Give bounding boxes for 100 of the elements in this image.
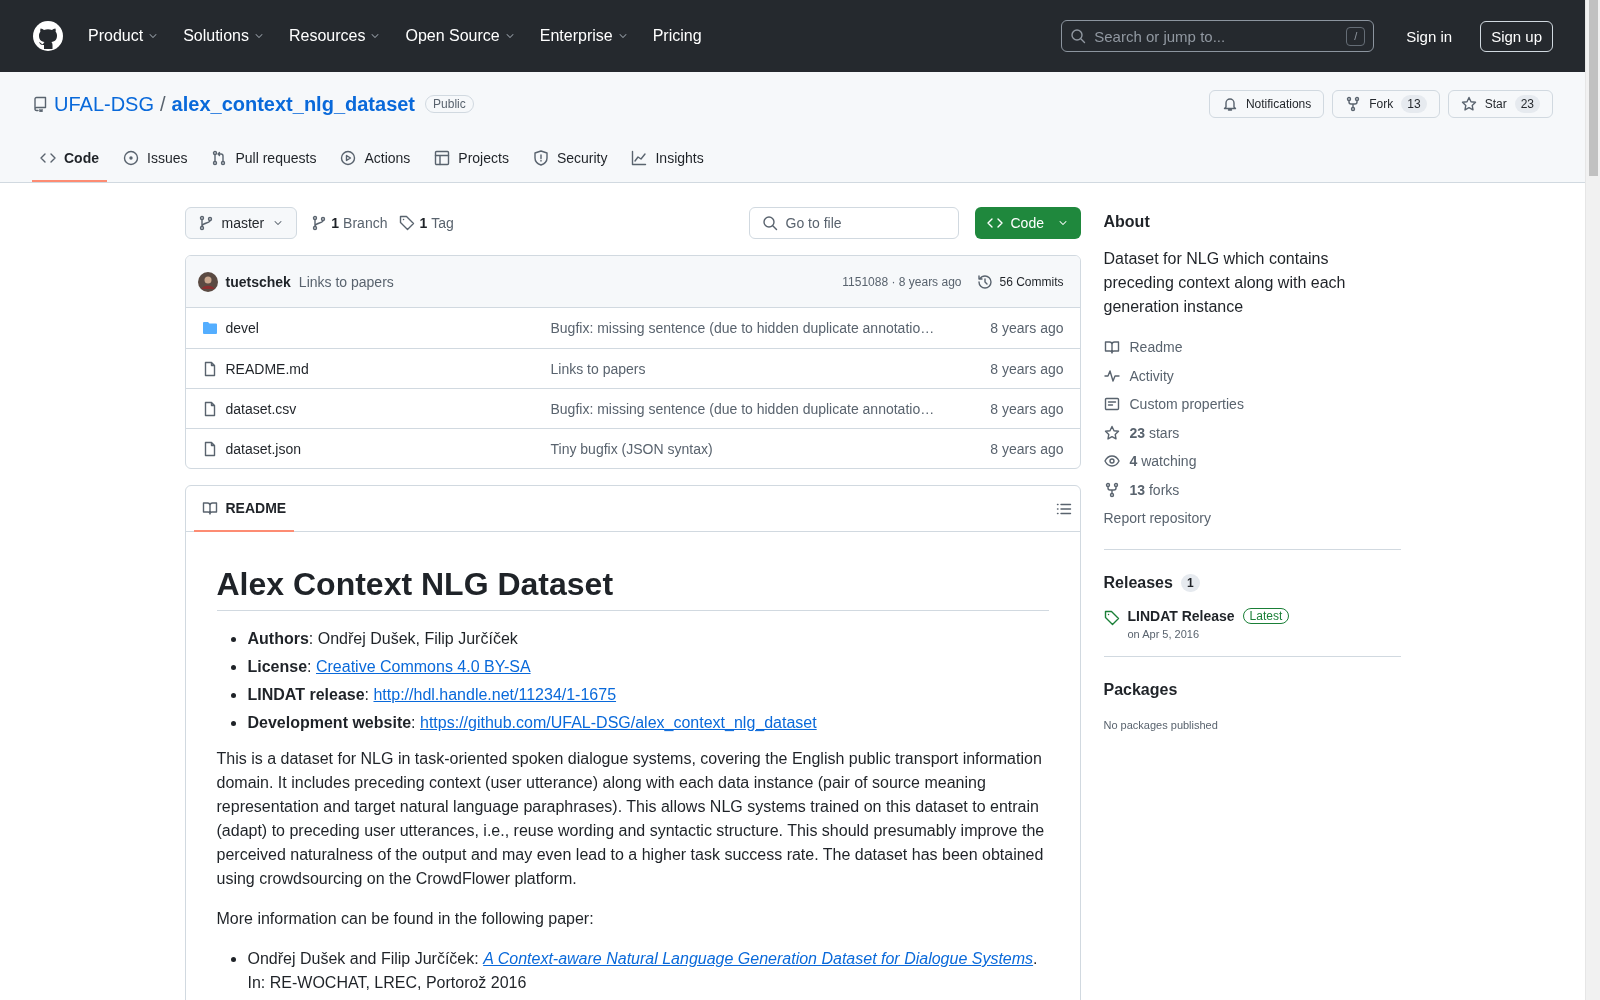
book-icon [1103, 339, 1120, 356]
commit-hash-age: 1151088 · 8 years ago [842, 274, 962, 289]
avatar [197, 271, 218, 292]
repository-tab[interactable]: Security [524, 142, 616, 182]
file-name-link[interactable]: dataset.json [225, 440, 551, 457]
nav-menu-item[interactable]: Enterprise [531, 21, 637, 51]
bullet-icon [230, 957, 236, 962]
counter: 23 [1514, 95, 1540, 113]
fork-button[interactable]: Fork 13 [1332, 90, 1440, 118]
no-packages-text: No packages published [1103, 718, 1219, 731]
commit-age: 8 years ago [990, 440, 1064, 457]
commit-message-link[interactable]: Links to papers [550, 360, 991, 377]
sidebar-link[interactable]: Activity [1103, 361, 1401, 390]
tag-icon [399, 215, 416, 231]
counter: 1 [1180, 573, 1200, 592]
reference-link[interactable]: https://github.com/UFAL-DSG/alex_context_nlg_dataset [420, 714, 817, 731]
readme-paragraph: More information can be found in the following paper: [216, 909, 595, 929]
scrollbar[interactable] [1585, 0, 1600, 1000]
sidebar-link[interactable]: Readme [1103, 333, 1401, 362]
nav-menu-item[interactable]: Open Source [397, 21, 524, 51]
release-name-link[interactable]: LINDAT Release [1127, 607, 1235, 624]
search-field[interactable]: Search or jump to... / [1061, 20, 1375, 52]
bullet-icon [230, 693, 236, 698]
eye-icon [1103, 453, 1120, 470]
file-name-link[interactable]: README.md [225, 360, 551, 377]
pulse-icon [1103, 367, 1120, 384]
sign-in-link[interactable]: Sign in [1406, 27, 1453, 45]
graph-icon [631, 150, 648, 166]
sign-up-button[interactable]: Sign up [1480, 20, 1553, 52]
repository-tab[interactable]: Projects [426, 142, 517, 182]
issue-icon [123, 150, 139, 166]
sidebar-link[interactable]: Custom properties [1103, 390, 1401, 419]
star-button[interactable]: Star 23 [1447, 90, 1553, 118]
commits-link[interactable]: 56 Commits [977, 273, 1064, 290]
history-icon [977, 273, 994, 290]
file-name-link[interactable]: dataset.csv [225, 400, 551, 417]
star-icon [1103, 424, 1120, 441]
release-date: on Apr 5, 2016 [1127, 627, 1201, 640]
commit-message-link[interactable]: Links to papers [298, 273, 394, 290]
branches-link[interactable]: 1 Branch [311, 215, 388, 231]
owner-link[interactable]: UFAL-DSG [54, 92, 155, 116]
packages-heading: Packages [1103, 680, 1179, 699]
nav-menu-item[interactable]: Pricing [644, 21, 710, 51]
book-icon [201, 500, 218, 516]
nav-menu-item[interactable]: Resources [280, 21, 390, 51]
shield-icon [532, 150, 549, 166]
bullet-icon [230, 721, 236, 726]
github-logo-icon [32, 20, 64, 52]
tag-icon [1103, 609, 1120, 626]
report-repository-link[interactable]: Report repository [1103, 504, 1401, 533]
repository-name-link[interactable]: alex_context_nlg_dataset [171, 92, 416, 116]
fork-icon [1103, 481, 1120, 498]
reference-link[interactable]: Creative Commons 4.0 BY-SA [316, 658, 531, 675]
commit-message-link[interactable]: Bugfix: missing sentence (due to hidden duplicate annotatio… [550, 320, 991, 336]
releases-heading: Releases [1103, 573, 1173, 592]
star-icon [1460, 96, 1477, 112]
file-name-link[interactable]: devel [225, 320, 551, 336]
tags-link[interactable]: 1 Tag [399, 215, 454, 231]
repository-description: Dataset for NLG which contains preceding context along with each generation instance [1103, 249, 1347, 317]
sidebar-link[interactable]: 23 stars [1103, 418, 1401, 447]
repository-tab[interactable]: Actions [332, 142, 419, 182]
nav-menu-item[interactable]: Product [80, 21, 168, 51]
bullet-icon [230, 665, 236, 670]
readme-list-item: Authors: Ondřej Dušek, Filip Jurčíček [247, 629, 518, 649]
path-separator: / [160, 92, 166, 116]
branch-icon [197, 215, 214, 231]
sidebar-link[interactable]: 4 watching [1103, 447, 1401, 476]
repository-tab[interactable]: Code [32, 142, 107, 182]
repository-tab[interactable]: Insights [623, 142, 712, 182]
sidebar-link[interactable]: 13 forks [1103, 475, 1401, 504]
repository-tab[interactable]: Pull requests [203, 142, 325, 182]
reference-link[interactable]: http://hdl.handle.net/11234/1-1675 [373, 686, 617, 703]
code-button[interactable]: Code [974, 207, 1081, 239]
counter: 13 [1401, 95, 1427, 113]
pull-request-icon [211, 150, 228, 166]
search-icon [1070, 28, 1087, 44]
play-icon [340, 150, 357, 166]
readme-list-item: Development website: https://github.com/UFAL-DSG/alex_context_nlg_dataset [247, 713, 817, 733]
nav-menu-item[interactable]: Solutions [175, 21, 273, 51]
paper-reference: Ondřej Dušek and Filip Jurčíček: A Context-aware Natural Language Generation Dataset for Dialogue Systems. In: RE-WOCHAT, LREC, Portorož 2016 [247, 949, 1038, 993]
readme-paragraph: This is a dataset for NLG in task-oriented spoken dialogue systems, covering the English public transport information domain. It includes preceding context (user utterance) along with each data instance (pair of source meaning representation and target natural language paraphrases). This allows NLG systems trained on this dataset to entrain (adapt) to preceding user utterances, i.e., reuse wording and syntactic structure. This should presumably improve the perceived naturalness of the output and may even lead to a higher task success rate. The dataset has been obtained using crowdsourcing on the CrowdFlower platform. [216, 749, 1046, 889]
readme-title: Alex Context NLG Dataset [216, 564, 1049, 611]
branch-icon [311, 215, 328, 231]
readme-tab[interactable]: README [193, 486, 295, 532]
search-icon [761, 215, 778, 231]
go-to-file-field[interactable]: Go to file [748, 207, 959, 239]
commit-age: 8 years ago [990, 320, 1064, 336]
notifications-button[interactable]: Notifications [1208, 90, 1325, 118]
about-heading: About [1103, 213, 1151, 231]
commit-message-link[interactable]: Bugfix: missing sentence (due to hidden duplicate annotatio… [550, 400, 991, 417]
commit-age: 8 years ago [990, 400, 1064, 417]
repository-tab[interactable]: Issues [115, 142, 196, 182]
paper-link[interactable]: A Context-aware Natural Language Generation Dataset for Dialogue Systems [483, 950, 1034, 967]
branch-select[interactable]: master [184, 207, 298, 239]
table-icon [434, 150, 451, 166]
readme-list-item: LINDAT release: http://hdl.handle.net/11234/1-1675 [247, 685, 617, 705]
commit-author-link[interactable]: tuetschek [225, 273, 291, 290]
commit-age: 8 years ago [990, 360, 1064, 377]
readme-list-item: License: Creative Commons 4.0 BY-SA [247, 657, 531, 677]
commit-message-link[interactable]: Tiny bugfix (JSON syntax) [550, 440, 991, 457]
